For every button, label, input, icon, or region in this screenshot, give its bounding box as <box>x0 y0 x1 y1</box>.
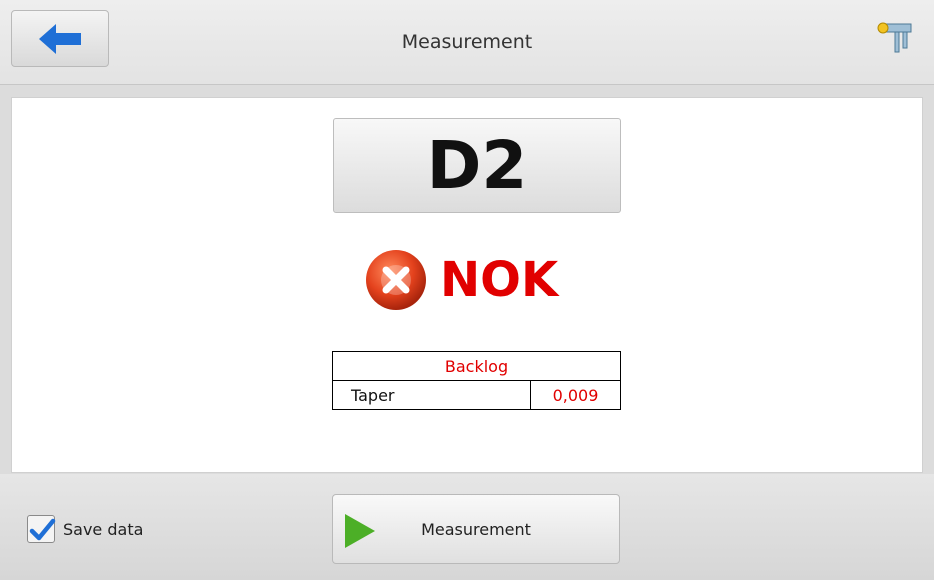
checkmark-icon <box>29 518 56 541</box>
measurement-panel: D2 NOK Backlog Taper 0,009 <box>11 97 923 473</box>
feature-button[interactable]: D2 <box>333 118 621 213</box>
result-indicator: NOK <box>364 248 558 312</box>
save-data-checkbox[interactable] <box>27 515 56 543</box>
page-title: Measurement <box>401 31 533 53</box>
backlog-header: Backlog <box>332 351 621 381</box>
save-data-toggle[interactable]: Save data <box>27 515 143 543</box>
error-x-icon <box>366 250 426 310</box>
backlog-table: Backlog Taper 0,009 <box>332 351 621 410</box>
header-bar: Measurement <box>0 0 934 85</box>
save-data-label: Save data <box>63 519 144 539</box>
measurement-button[interactable]: Measurement <box>332 494 620 564</box>
backlog-row-name: Taper <box>332 380 531 410</box>
backlog-row-value: 0,009 <box>530 380 621 410</box>
footer-bar: Save data Measurement <box>0 474 934 580</box>
table-row: Taper 0,009 <box>332 380 621 410</box>
result-status-text: NOK <box>440 252 559 308</box>
caliper-icon[interactable] <box>875 18 915 56</box>
measurement-button-label: Measurement <box>421 520 531 539</box>
